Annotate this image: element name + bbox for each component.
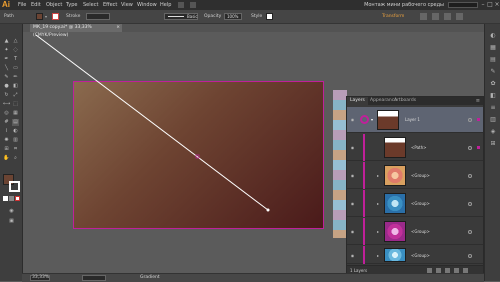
tab-layers[interactable]: Layers — [347, 97, 368, 105]
layer-color-bar — [363, 134, 365, 161]
gradient-end-handle[interactable] — [266, 208, 270, 212]
expand-arrow-icon[interactable]: ▸ — [377, 229, 379, 234]
layers-panel: Layers Appearance Artboards ≡ ◉ ▾ Layer … — [346, 96, 484, 275]
visibility-eye-icon[interactable]: ◉ — [350, 145, 355, 150]
expand-arrow-icon[interactable]: ▸ — [377, 201, 379, 206]
layer-thumbnail — [377, 110, 399, 130]
target-circle-icon[interactable] — [468, 146, 472, 150]
target-circle-icon[interactable] — [468, 230, 472, 234]
color-panel-icon[interactable]: ◐ — [489, 32, 497, 40]
selection-indicator[interactable] — [477, 118, 480, 121]
visibility-eye-icon[interactable]: ◉ — [350, 117, 355, 122]
expand-arrow-icon[interactable]: ▸ — [377, 173, 379, 178]
layer-row[interactable]: ◉ ▸ <Group> — [347, 218, 483, 245]
group-thumbnail — [384, 193, 406, 214]
visibility-eye-icon[interactable]: ◉ — [350, 253, 355, 258]
layer-name[interactable]: Layer 1 — [405, 117, 420, 122]
target-circle-icon[interactable] — [468, 254, 472, 258]
layers-panel-tabs: Layers Appearance Artboards ≡ — [347, 97, 483, 105]
gradient-panel-icon[interactable]: ▥ — [489, 116, 497, 124]
tab-artboards[interactable]: Artboards — [391, 97, 419, 105]
path-thumbnail — [384, 137, 406, 158]
lock-toggle-icon[interactable] — [360, 115, 369, 124]
stroke-panel-icon[interactable]: ≡ — [489, 104, 497, 112]
visibility-eye-icon[interactable]: ◉ — [350, 229, 355, 234]
artboards-panel-icon[interactable]: ⊞ — [489, 140, 497, 148]
layer-color-bar — [363, 162, 365, 189]
color-guide-icon[interactable]: ▦ — [489, 44, 497, 52]
brushes-panel-icon[interactable]: ✎ — [489, 68, 497, 76]
layer-row[interactable]: ◉ ▸ <Group> — [347, 246, 483, 264]
graphic-styles-panel-icon[interactable]: ◧ — [489, 92, 497, 100]
row-name[interactable]: <Path> — [411, 145, 427, 150]
right-panel-dock: ◐ ▦ ▤ ✎ ✿ ◧ ≡ ▥ ◈ ⊞ — [484, 24, 500, 281]
layer-row[interactable]: ◉ ▾ Layer 1 — [347, 107, 483, 133]
target-circle-icon[interactable] — [468, 118, 472, 122]
pattern-artwork-strip[interactable] — [333, 90, 347, 238]
layer-color-bar — [363, 190, 365, 217]
layer-color-bar — [363, 246, 365, 264]
group-thumbnail — [384, 165, 406, 186]
layer-row[interactable]: ◉ ▸ <Group> — [347, 190, 483, 217]
swatches-panel-icon[interactable]: ▤ — [489, 56, 497, 64]
row-name[interactable]: <Group> — [411, 253, 430, 258]
visibility-eye-icon[interactable]: ◉ — [350, 173, 355, 178]
row-name[interactable]: <Group> — [411, 173, 430, 178]
selection-indicator[interactable] — [477, 146, 480, 149]
row-name[interactable]: <Group> — [411, 201, 430, 206]
group-thumbnail — [384, 221, 406, 242]
visibility-eye-icon[interactable]: ◉ — [350, 201, 355, 206]
layer-row[interactable]: ◉ <Path> — [347, 134, 483, 161]
row-name[interactable]: <Group> — [411, 229, 430, 234]
target-circle-icon[interactable] — [468, 174, 472, 178]
layer-color-bar — [363, 218, 365, 245]
panel-menu-icon[interactable]: ≡ — [476, 98, 480, 104]
artboard-navigator[interactable] — [82, 275, 106, 281]
target-circle-icon[interactable] — [468, 202, 472, 206]
gradient-annotator-line[interactable] — [35, 34, 269, 211]
expand-arrow-icon[interactable]: ▾ — [371, 117, 373, 122]
group-thumbnail — [384, 248, 406, 262]
layers-panel-icon[interactable]: ◈ — [489, 128, 497, 136]
layer-row[interactable]: ◉ ▸ <Group> — [347, 162, 483, 189]
expand-arrow-icon[interactable]: ▸ — [377, 253, 379, 258]
symbols-panel-icon[interactable]: ✿ — [489, 80, 497, 88]
